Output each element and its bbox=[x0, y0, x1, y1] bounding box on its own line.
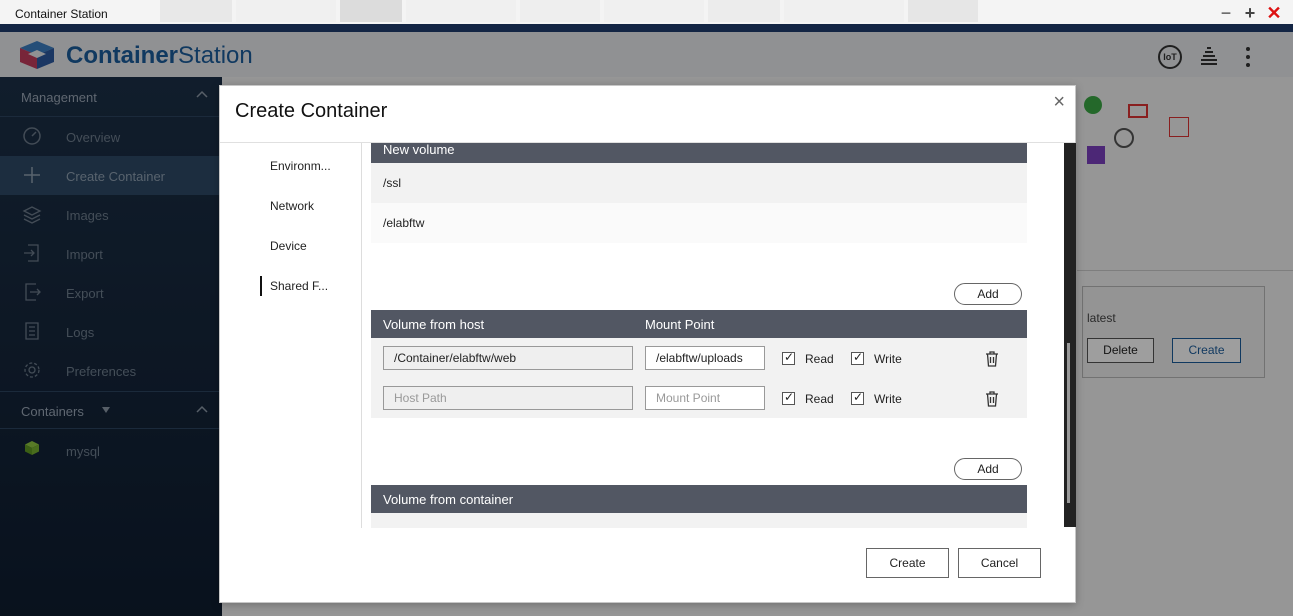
list-item: /elabftw bbox=[371, 203, 1027, 243]
shared-folders-panel: New volume /ssl /elabftw Add Volume from… bbox=[371, 143, 1077, 528]
list-item bbox=[371, 513, 1027, 528]
trash-icon[interactable] bbox=[985, 391, 999, 407]
window-titlebar: Container Station − + ✕ bbox=[0, 0, 1293, 26]
read-label: Read bbox=[805, 352, 834, 366]
volume-path: /elabftw bbox=[383, 216, 425, 230]
column-header-host: Volume from host bbox=[383, 317, 485, 332]
background-app-icons bbox=[160, 0, 1140, 24]
maximize-button[interactable]: + bbox=[1240, 3, 1260, 23]
dialog-title: Create Container bbox=[235, 100, 388, 122]
volume-from-host-header: Volume from host Mount Point bbox=[371, 310, 1027, 338]
read-checkbox[interactable] bbox=[782, 390, 795, 405]
write-checkbox[interactable] bbox=[851, 390, 864, 405]
close-window-button[interactable]: ✕ bbox=[1264, 3, 1284, 23]
window-title: Container Station bbox=[15, 7, 108, 21]
section-header-label: Volume from container bbox=[383, 492, 514, 507]
write-label: Write bbox=[874, 392, 902, 406]
read-label: Read bbox=[805, 392, 834, 406]
table-row: /Container/elabftw/web /elabftw/uploads … bbox=[371, 338, 1027, 378]
add-new-volume-button[interactable]: Add bbox=[954, 283, 1022, 305]
dialog-nav: Environm... Network Device Shared F... bbox=[220, 143, 362, 528]
host-path-field[interactable]: /Container/elabftw/web bbox=[383, 346, 633, 370]
mount-point-field[interactable]: /elabftw/uploads bbox=[645, 346, 765, 370]
read-checkbox[interactable] bbox=[782, 350, 795, 365]
nav-item-network[interactable]: Network bbox=[270, 199, 314, 213]
section-header-label: New volume bbox=[383, 143, 455, 157]
new-volume-header: New volume bbox=[371, 143, 1027, 163]
minimize-button[interactable]: − bbox=[1216, 3, 1236, 23]
column-header-mount: Mount Point bbox=[645, 317, 715, 332]
write-label: Write bbox=[874, 352, 902, 366]
trash-icon[interactable] bbox=[985, 351, 999, 367]
dialog-close-icon[interactable]: × bbox=[1053, 92, 1065, 112]
nav-item-environment[interactable]: Environm... bbox=[270, 159, 331, 173]
create-button[interactable]: Create bbox=[866, 548, 949, 578]
table-row: Host Path Mount Point Read Write bbox=[371, 378, 1027, 418]
dialog-scrollbar[interactable] bbox=[1064, 143, 1076, 527]
list-item: /ssl bbox=[371, 163, 1027, 203]
write-checkbox[interactable] bbox=[851, 350, 864, 365]
nav-item-shared-folders[interactable]: Shared F... bbox=[270, 279, 328, 293]
add-host-volume-button[interactable]: Add bbox=[954, 458, 1022, 480]
host-path-field[interactable]: Host Path bbox=[383, 386, 633, 410]
create-container-dialog: Create Container × Environm... Network D… bbox=[219, 85, 1076, 603]
volume-path: /ssl bbox=[383, 176, 401, 190]
volume-from-container-header: Volume from container bbox=[371, 485, 1027, 513]
nav-item-device[interactable]: Device bbox=[270, 239, 307, 253]
mount-point-field[interactable]: Mount Point bbox=[645, 386, 765, 410]
scrollbar-thumb[interactable] bbox=[1067, 343, 1070, 503]
nav-active-marker bbox=[260, 276, 262, 296]
cancel-button[interactable]: Cancel bbox=[958, 548, 1041, 578]
